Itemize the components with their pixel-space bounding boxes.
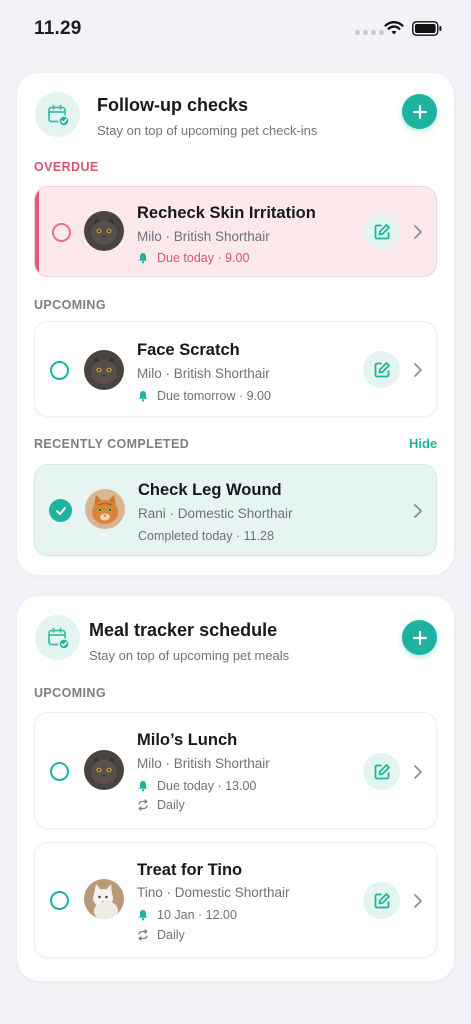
edit-icon bbox=[374, 763, 390, 779]
item-title: Face Scratch bbox=[137, 341, 240, 359]
item-due: 10 Jan · 12.00 bbox=[137, 908, 237, 922]
add-followup-button[interactable] bbox=[402, 94, 437, 129]
avatar bbox=[84, 211, 124, 251]
list-item[interactable]: Check Leg Wound Rani · Domestic Shorthai… bbox=[34, 464, 437, 556]
avatar bbox=[84, 350, 124, 390]
item-title: Milo’s Lunch bbox=[137, 731, 238, 749]
cat-avatar-image bbox=[84, 879, 124, 919]
avatar bbox=[84, 750, 124, 790]
item-due-text: Due tomorrow · 9.00 bbox=[157, 389, 271, 403]
chevron-right-icon[interactable] bbox=[413, 362, 423, 378]
status-time: 11.29 bbox=[34, 18, 82, 39]
signal-icon bbox=[355, 30, 384, 35]
overdue-section-label: OVERDUE bbox=[34, 160, 99, 174]
bell-icon bbox=[138, 253, 148, 264]
chevron-right-icon[interactable] bbox=[413, 893, 423, 909]
list-item[interactable]: Face Scratch Milo · British Shorthair Du… bbox=[34, 321, 437, 417]
item-title: Treat for Tino bbox=[137, 861, 243, 879]
meal-tracker-card: Meal tracker schedule Stay on top of upc… bbox=[17, 596, 454, 981]
cat-avatar-image bbox=[84, 211, 124, 251]
chevron-right-icon[interactable] bbox=[413, 503, 423, 519]
meal-tracker-title: Meal tracker schedule bbox=[89, 620, 278, 640]
item-repeat-text: Daily bbox=[157, 928, 185, 942]
upcoming-section-label: UPCOMING bbox=[34, 298, 106, 312]
meal-upcoming-section-label: UPCOMING bbox=[34, 686, 106, 700]
edit-button[interactable] bbox=[363, 213, 400, 250]
complete-checkbox[interactable] bbox=[50, 891, 69, 910]
edit-button[interactable] bbox=[363, 882, 400, 919]
item-pet: Milo · British Shorthair bbox=[137, 366, 270, 381]
complete-checkbox[interactable] bbox=[50, 762, 69, 781]
edit-icon bbox=[374, 361, 390, 377]
plus-icon bbox=[412, 630, 427, 645]
avatar bbox=[84, 879, 124, 919]
item-repeat-text: Daily bbox=[157, 798, 185, 812]
list-item[interactable]: Recheck Skin Irritation Milo · British S… bbox=[34, 186, 437, 277]
item-due-text: 10 Jan · 12.00 bbox=[157, 908, 237, 922]
overdue-accent-bar bbox=[35, 187, 39, 276]
repeat-icon bbox=[138, 799, 148, 811]
item-status-text: Completed today · 11.28 bbox=[138, 529, 274, 543]
item-pet: Milo · British Shorthair bbox=[137, 229, 270, 244]
status-bar: 11.29 bbox=[0, 0, 471, 56]
complete-checkbox[interactable] bbox=[52, 223, 71, 242]
cat-avatar-image bbox=[85, 489, 125, 529]
chevron-right-icon[interactable] bbox=[413, 764, 423, 780]
battery-icon bbox=[412, 21, 442, 36]
list-item[interactable]: Milo’s Lunch Milo · British Shorthair Du… bbox=[34, 712, 437, 829]
followup-subtitle: Stay on top of upcoming pet check-ins bbox=[97, 123, 318, 138]
meal-tracker-subtitle: Stay on top of upcoming pet meals bbox=[89, 648, 290, 663]
item-pet: Rani · Domestic Shorthair bbox=[138, 506, 293, 521]
cat-avatar-image bbox=[84, 350, 124, 390]
add-meal-button[interactable] bbox=[402, 620, 437, 655]
completed-checkbox[interactable] bbox=[49, 499, 72, 522]
item-due-text: Due today · 9.00 bbox=[157, 251, 250, 265]
item-completed-status: Completed today · 11.28 bbox=[138, 529, 274, 543]
item-due: Due today · 13.00 bbox=[137, 779, 256, 793]
bell-icon bbox=[138, 391, 148, 402]
item-title: Recheck Skin Irritation bbox=[137, 204, 316, 222]
item-pet: Tino · Domestic Shorthair bbox=[137, 885, 290, 900]
item-repeat: Daily bbox=[137, 928, 185, 942]
complete-checkbox[interactable] bbox=[50, 361, 69, 380]
edit-button[interactable] bbox=[363, 351, 400, 388]
followup-title: Follow-up checks bbox=[97, 95, 249, 115]
item-title: Check Leg Wound bbox=[138, 481, 282, 499]
item-due: Due tomorrow · 9.00 bbox=[137, 389, 271, 403]
completed-section-label: RECENTLY COMPLETED bbox=[34, 437, 190, 451]
followup-card-icon bbox=[35, 92, 80, 137]
bell-icon bbox=[138, 781, 148, 792]
chevron-right-icon[interactable] bbox=[413, 224, 423, 240]
meal-card-icon bbox=[35, 615, 80, 660]
hide-completed-link[interactable]: Hide bbox=[409, 436, 437, 451]
list-item[interactable]: Treat for Tino Tino · Domestic Shorthair… bbox=[34, 842, 437, 958]
item-repeat: Daily bbox=[137, 798, 185, 812]
calendar-check-icon bbox=[47, 627, 70, 650]
item-due: Due today · 9.00 bbox=[137, 251, 249, 265]
edit-icon bbox=[374, 223, 390, 239]
item-pet: Milo · British Shorthair bbox=[137, 756, 270, 771]
repeat-icon bbox=[138, 929, 148, 941]
calendar-check-icon bbox=[47, 104, 70, 127]
edit-button[interactable] bbox=[363, 753, 400, 790]
bell-icon bbox=[138, 910, 148, 921]
wifi-icon bbox=[384, 21, 404, 35]
followup-card: Follow-up checks Stay on top of upcoming… bbox=[17, 73, 454, 575]
item-due-text: Due today · 13.00 bbox=[157, 779, 257, 793]
plus-icon bbox=[412, 104, 427, 119]
cat-avatar-image bbox=[84, 750, 124, 790]
avatar bbox=[85, 489, 125, 529]
checkmark-icon bbox=[55, 506, 66, 515]
edit-icon bbox=[374, 892, 390, 908]
